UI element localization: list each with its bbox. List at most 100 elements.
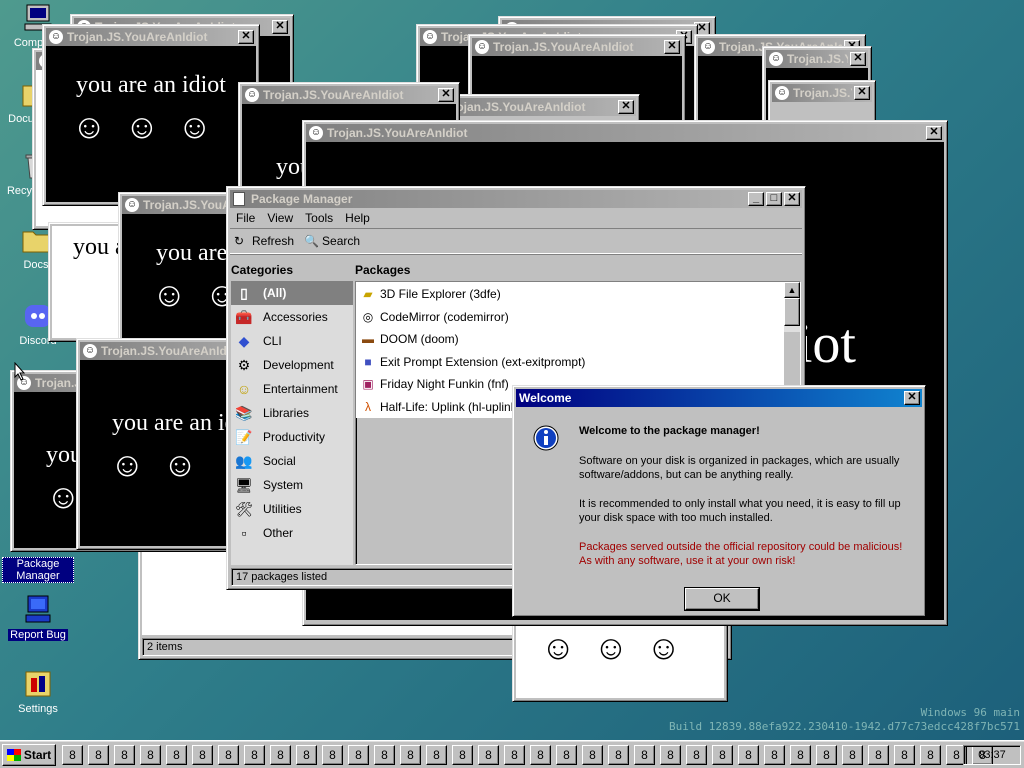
- refresh-icon: ↻: [234, 234, 245, 248]
- taskbar-window-button[interactable]: 8: [296, 745, 317, 765]
- package-item[interactable]: ▰ 3D File Explorer (3dfe): [356, 283, 784, 306]
- package-item[interactable]: ◎ CodeMirror (codemirror): [356, 306, 784, 329]
- category-item[interactable]: 🛠 Utilities: [231, 497, 353, 521]
- desktop-icon-report-bug[interactable]: Report Bug: [2, 594, 74, 641]
- taskbar-window-button[interactable]: 8: [244, 745, 265, 765]
- close-button[interactable]: ✕: [272, 20, 288, 34]
- window-title: Trojan.JS.YouAreAnIdiot: [327, 126, 468, 140]
- taskbar-window-button[interactable]: 8: [270, 745, 291, 765]
- ok-button[interactable]: OK: [684, 587, 760, 611]
- close-button[interactable]: ✕: [238, 30, 254, 44]
- category-item[interactable]: 🧰 Accessories: [231, 305, 353, 329]
- package-item[interactable]: ▬ DOOM (doom): [356, 328, 784, 351]
- taskbar-window-button[interactable]: 8: [530, 745, 551, 765]
- fnf-icon: ▣: [362, 377, 374, 392]
- title-bar[interactable]: ☺Trojan.JS.YouAreAnIdiot✕: [242, 86, 456, 104]
- taskbar-window-button[interactable]: 8: [816, 745, 837, 765]
- category-item[interactable]: ◆ CLI: [231, 329, 353, 353]
- menu-file[interactable]: File: [230, 211, 261, 225]
- smiley-icon: ☺: [245, 88, 259, 102]
- taskbar-window-button[interactable]: 8: [400, 745, 421, 765]
- category-item[interactable]: ⚙ Development: [231, 353, 353, 377]
- title-bar[interactable]: ☺Trojan.JS.YouAreAnIdiot✕: [772, 84, 872, 102]
- taskbar-window-button[interactable]: 8: [868, 745, 889, 765]
- menu-help[interactable]: Help: [339, 211, 376, 225]
- taskbar-window-button[interactable]: 8: [504, 745, 525, 765]
- category-label: Accessories: [263, 310, 328, 324]
- close-button[interactable]: ✕: [854, 86, 870, 100]
- smiley-icon: ☺: [593, 630, 647, 667]
- taskbar-window-button[interactable]: 8: [660, 745, 681, 765]
- search-label: Search: [322, 234, 361, 248]
- close-button[interactable]: ✕: [784, 192, 800, 206]
- taskbar-window-button[interactable]: 8: [790, 745, 811, 765]
- start-button[interactable]: Start: [2, 744, 56, 766]
- taskbar-window-button[interactable]: 8: [920, 745, 941, 765]
- minimize-button[interactable]: _: [748, 192, 764, 206]
- taskbar-window-button[interactable]: 8: [218, 745, 239, 765]
- title-bar[interactable]: ☺Trojan.JS.YouAreAnIdiot✕: [46, 28, 256, 46]
- scroll-up-button[interactable]: ▲: [784, 282, 800, 298]
- close-button[interactable]: ✕: [926, 126, 942, 140]
- title-bar[interactable]: Package Manager _ □ ✕: [230, 190, 802, 208]
- taskbar-window-button[interactable]: 8: [582, 745, 603, 765]
- taskbar-window-button[interactable]: 8: [712, 745, 733, 765]
- smiley-icon: ☺: [769, 52, 783, 66]
- maximize-button[interactable]: □: [766, 192, 782, 206]
- close-button[interactable]: ✕: [850, 52, 866, 66]
- desktop-icon-settings[interactable]: Settings: [2, 668, 74, 715]
- close-button[interactable]: ✕: [438, 88, 454, 102]
- taskbar-window-button[interactable]: 8: [322, 745, 343, 765]
- close-button[interactable]: ✕: [904, 391, 920, 405]
- category-item[interactable]: 📚 Libraries: [231, 401, 353, 425]
- taskbar-window-button[interactable]: 8: [166, 745, 187, 765]
- menu-view[interactable]: View: [261, 211, 299, 225]
- taskbar-window-button[interactable]: 8: [374, 745, 395, 765]
- taskbar-window-button[interactable]: 8: [88, 745, 109, 765]
- taskbar-window-button[interactable]: 8: [192, 745, 213, 765]
- taskbar-window-button[interactable]: 8: [348, 745, 369, 765]
- taskbar-window-button[interactable]: 8: [426, 745, 447, 765]
- scrollbar[interactable]: ▲: [784, 282, 800, 332]
- welcome-dialog[interactable]: Welcome ✕ Welcome to the package manager…: [512, 385, 926, 617]
- taskbar-window-button[interactable]: 8: [894, 745, 915, 765]
- taskbar-window-button[interactable]: 8: [114, 745, 135, 765]
- category-item[interactable]: ▯ (All): [231, 281, 353, 305]
- taskbar-window-button[interactable]: 8: [140, 745, 161, 765]
- title-bar[interactable]: Welcome ✕: [516, 389, 922, 407]
- development-icon: ⚙: [237, 357, 251, 373]
- search-button[interactable]: 🔍 Search: [300, 232, 364, 250]
- smiley-icon: ☺: [83, 344, 97, 358]
- scroll-thumb[interactable]: [784, 298, 800, 326]
- taskbar-window-button[interactable]: 8: [842, 745, 863, 765]
- category-item[interactable]: ▫ Other: [231, 521, 353, 545]
- taskbar-window-button[interactable]: 8: [764, 745, 785, 765]
- close-button[interactable]: ✕: [664, 40, 680, 54]
- menu-tools[interactable]: Tools: [299, 211, 339, 225]
- window-title: Trojan.JS.YouAreAnIdiot: [67, 30, 208, 44]
- title-bar[interactable]: ☺Trojan.JS.YouAreAnIdiot✕: [472, 38, 682, 56]
- taskbar-window-button[interactable]: 8: [608, 745, 629, 765]
- refresh-button[interactable]: ↻ Refresh: [230, 232, 298, 250]
- settings-icon: [22, 668, 54, 700]
- taskbar-window-button[interactable]: 8: [686, 745, 707, 765]
- category-item[interactable]: 🖥 System: [231, 473, 353, 497]
- taskbar-window-button[interactable]: 8: [556, 745, 577, 765]
- windows-logo-icon: [6, 749, 21, 761]
- desktop-icon-label: Settings: [18, 703, 58, 715]
- category-label: Entertainment: [263, 382, 338, 396]
- taskbar-window-button[interactable]: 8: [634, 745, 655, 765]
- taskbar-window-button[interactable]: 8: [62, 745, 83, 765]
- category-item[interactable]: 📝 Productivity: [231, 425, 353, 449]
- taskbar-window-button[interactable]: 8: [738, 745, 759, 765]
- packages-header: Packages: [355, 263, 411, 277]
- title-bar[interactable]: ☺Trojan.JS.YouAreAnIdiot✕: [766, 50, 868, 68]
- taskbar-window-button[interactable]: 8: [452, 745, 473, 765]
- category-item[interactable]: ☺ Entertainment: [231, 377, 353, 401]
- close-button[interactable]: ✕: [618, 100, 634, 114]
- taskbar-window-button[interactable]: 8: [478, 745, 499, 765]
- package-item[interactable]: ■ Exit Prompt Extension (ext-exitprompt): [356, 351, 784, 374]
- title-bar[interactable]: ☺Trojan.JS.YouAreAnIdiot✕: [306, 124, 944, 142]
- idiot-window[interactable]: ☺ Trojan.JS.YouAreAnIdiot ✕ you are an idi…: [42, 24, 260, 206]
- category-item[interactable]: 👥 Social: [231, 449, 353, 473]
